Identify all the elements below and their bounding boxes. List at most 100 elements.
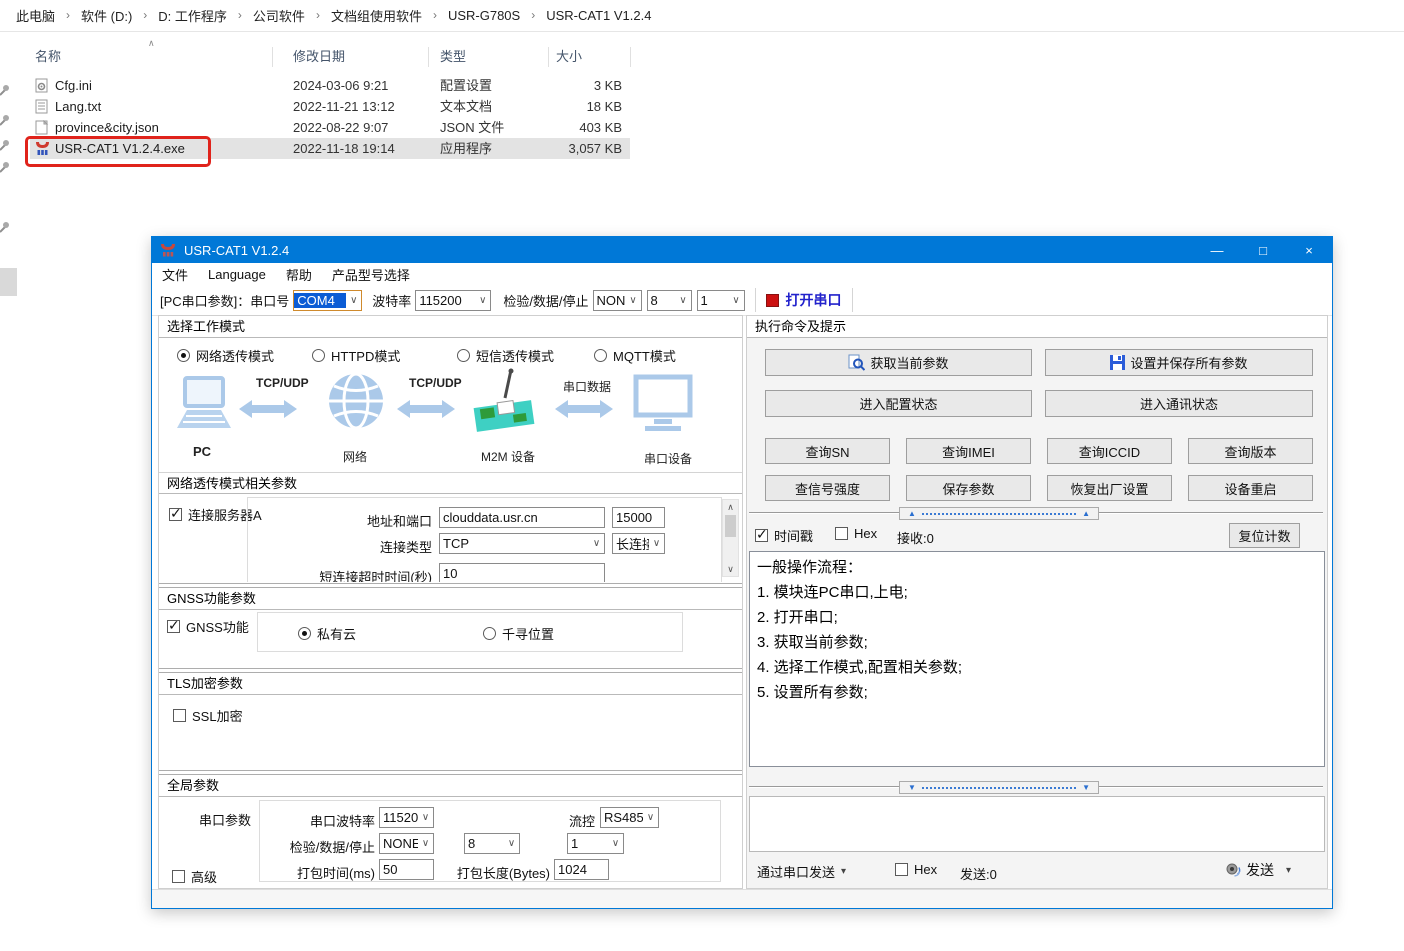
breadcrumb-item[interactable]: USR-G780S xyxy=(448,8,520,23)
menu-help[interactable]: 帮助 xyxy=(286,265,312,284)
minimize-button[interactable]: — xyxy=(1194,237,1240,263)
send-button[interactable]: 发送 ▾ xyxy=(1225,860,1291,880)
factory-reset-button[interactable]: 恢复出厂设置 xyxy=(1047,475,1172,501)
send-input-area[interactable] xyxy=(749,796,1325,852)
checkbox-icon[interactable] xyxy=(172,870,185,883)
checkbox-icon[interactable] xyxy=(173,709,186,722)
breadcrumb-item[interactable]: USR-CAT1 V1.2.4 xyxy=(546,8,651,23)
window-titlebar[interactable]: USR-CAT1 V1.2.4 — □ × xyxy=(152,237,1332,263)
hex-receive-checkbox[interactable]: Hex xyxy=(835,526,877,541)
vertical-scrollbar[interactable]: ∧ ∨ xyxy=(722,499,739,577)
query-imei-button[interactable]: 查询IMEI xyxy=(906,438,1031,464)
baud-select[interactable]: 115200 ∨ xyxy=(415,290,491,311)
get-current-params-button[interactable]: 获取当前参数 xyxy=(765,349,1032,376)
splitter-slider[interactable]: ▲ ▲ xyxy=(749,507,1323,520)
checkbox-icon[interactable] xyxy=(835,527,848,540)
slider-thumb[interactable]: ▲ ▲ xyxy=(899,507,1099,520)
file-row-selected[interactable]: USR-CAT1 V1.2.4.exe 2022-11-18 19:14 应用程… xyxy=(30,138,630,159)
timestamp-checkbox[interactable]: 时间戳 xyxy=(755,526,813,545)
connection-type-select[interactable]: TCP ∨ xyxy=(439,533,605,554)
send-via-serial-dropdown[interactable]: 通过串口发送 ▾ xyxy=(757,862,846,881)
menu-product-model[interactable]: 产品型号选择 xyxy=(332,265,410,284)
breadcrumb-item[interactable]: 文档组使用软件 xyxy=(331,6,422,25)
checkbox-icon[interactable] xyxy=(895,863,908,876)
column-header-name[interactable]: 名称 xyxy=(35,47,61,67)
hex-send-checkbox[interactable]: Hex xyxy=(895,862,937,877)
scroll-up-icon[interactable]: ∧ xyxy=(723,500,738,514)
query-iccid-button[interactable]: 查询ICCID xyxy=(1047,438,1172,464)
column-header-date[interactable]: 修改日期 xyxy=(293,47,345,67)
gnss-enable-checkbox[interactable]: GNSS功能 xyxy=(167,617,249,636)
column-header-type[interactable]: 类型 xyxy=(440,47,466,67)
query-sn-button[interactable]: 查询SN xyxy=(765,438,890,464)
radio-mqtt-mode[interactable]: MQTT模式 xyxy=(594,346,676,365)
open-serial-button[interactable]: 打开串口 xyxy=(766,290,842,310)
menu-language[interactable]: Language xyxy=(208,267,266,282)
breadcrumb-item[interactable]: 公司软件 xyxy=(253,6,305,25)
splitter-slider[interactable]: ▼ ▼ xyxy=(749,781,1323,794)
maximize-button[interactable]: □ xyxy=(1240,237,1286,263)
radio-icon[interactable] xyxy=(457,349,470,362)
breadcrumb-item[interactable]: 此电脑 xyxy=(16,6,55,25)
combo-arrow-icon[interactable]: ∨ xyxy=(626,295,641,306)
radio-net-passthrough[interactable]: 网络透传模式 xyxy=(177,346,274,365)
file-name[interactable]: province&city.json xyxy=(55,117,159,138)
databits-select[interactable]: 8 ∨ xyxy=(647,290,692,311)
combo-arrow-icon[interactable]: ∨ xyxy=(649,538,664,549)
server-address-input[interactable] xyxy=(439,507,605,528)
menu-file[interactable]: 文件 xyxy=(162,265,188,284)
column-divider[interactable] xyxy=(548,47,549,67)
breadcrumb-item[interactable]: D: 工作程序 xyxy=(158,6,227,25)
file-row[interactable]: Lang.txt 2022-11-21 13:12 文本文档 18 KB xyxy=(30,96,630,117)
short-conn-timeout-input[interactable] xyxy=(439,563,605,582)
combo-arrow-icon[interactable]: ∨ xyxy=(418,838,433,849)
breadcrumb-item[interactable]: 软件 (D:) xyxy=(81,6,132,25)
serial-baud-select[interactable]: 115200 ∨ xyxy=(379,807,434,828)
checkbox-icon[interactable] xyxy=(169,508,182,521)
file-row[interactable]: province&city.json 2022-08-22 9:07 JSON … xyxy=(30,117,630,138)
radio-icon[interactable] xyxy=(312,349,325,362)
close-button[interactable]: × xyxy=(1286,237,1332,263)
enter-comm-state-button[interactable]: 进入通讯状态 xyxy=(1045,390,1313,417)
combo-arrow-icon[interactable]: ∨ xyxy=(608,838,623,849)
save-params-button[interactable]: 保存参数 xyxy=(906,475,1031,501)
checkbox-icon[interactable] xyxy=(755,529,768,542)
device-restart-button[interactable]: 设备重启 xyxy=(1188,475,1313,501)
file-name[interactable]: Cfg.ini xyxy=(55,75,92,96)
reset-counter-button[interactable]: 复位计数 xyxy=(1229,523,1300,548)
combo-arrow-icon[interactable]: ∨ xyxy=(475,295,490,306)
query-version-button[interactable]: 查询版本 xyxy=(1188,438,1313,464)
radio-private-cloud[interactable]: 私有云 xyxy=(298,624,356,643)
pack-length-input[interactable] xyxy=(554,859,609,880)
combo-arrow-icon[interactable]: ∨ xyxy=(589,538,604,549)
nav-scrollbar-fragment[interactable] xyxy=(0,268,17,296)
stopbits-select[interactable]: 1 ∨ xyxy=(697,290,745,311)
global-stopbits-select[interactable]: 1 ∨ xyxy=(567,833,624,854)
keepalive-select[interactable]: 长连接 ∨ xyxy=(612,533,665,554)
flow-control-select[interactable]: RS485 ∨ xyxy=(600,807,659,828)
global-databits-select[interactable]: 8 ∨ xyxy=(464,833,520,854)
combo-arrow-icon[interactable]: ∨ xyxy=(643,812,658,823)
file-name[interactable]: Lang.txt xyxy=(55,96,101,117)
radio-icon[interactable] xyxy=(177,349,190,362)
enter-config-state-button[interactable]: 进入配置状态 xyxy=(765,390,1032,417)
receive-log-area[interactable]: 一般操作流程： 1. 模块连PC串口,上电; 2. 打开串口; 3. 获取当前参… xyxy=(749,551,1325,767)
file-name[interactable]: USR-CAT1 V1.2.4.exe xyxy=(55,138,185,159)
slider-thumb[interactable]: ▼ ▼ xyxy=(899,781,1099,794)
global-parity-select[interactable]: NONE ∨ xyxy=(379,833,434,854)
server-port-input[interactable] xyxy=(612,507,665,528)
radio-sms-passthrough[interactable]: 短信透传模式 xyxy=(457,346,554,365)
radio-icon[interactable] xyxy=(298,627,311,640)
combo-arrow-icon[interactable]: ∨ xyxy=(418,812,433,823)
scrollbar-thumb[interactable] xyxy=(725,515,736,537)
radio-icon[interactable] xyxy=(594,349,607,362)
ssl-encrypt-checkbox[interactable]: SSL加密 xyxy=(173,706,243,725)
advanced-checkbox[interactable]: 高级 xyxy=(172,867,217,886)
combo-arrow-icon[interactable]: ∨ xyxy=(676,295,691,306)
combo-arrow-icon[interactable]: ∨ xyxy=(729,295,744,306)
scroll-down-icon[interactable]: ∨ xyxy=(723,562,738,576)
radio-icon[interactable] xyxy=(483,627,496,640)
combo-arrow-icon[interactable]: ∨ xyxy=(504,838,519,849)
column-header-size[interactable]: 大小 xyxy=(556,47,582,67)
column-divider[interactable] xyxy=(272,47,273,67)
